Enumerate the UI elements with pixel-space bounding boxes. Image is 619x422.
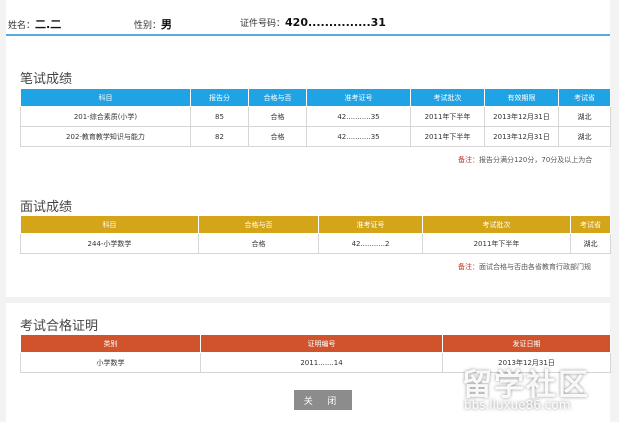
table-cell: 202-教育教学知识与能力 bbox=[20, 126, 191, 147]
table-cell: 小学数学 bbox=[20, 352, 201, 373]
table-cell: 2013年12月31日 bbox=[484, 106, 559, 127]
table-row: 201-综合素质(小学) 85 合格 42...........35 2011年… bbox=[20, 106, 611, 127]
table-cell: 42...........2 bbox=[318, 233, 423, 254]
table-cell: 85 bbox=[190, 106, 249, 127]
written-note: 备注：报告分满分120分，70分及以上为合 bbox=[458, 155, 592, 165]
watermark: 留学社区 bbs.liuxue86.com bbox=[454, 360, 614, 418]
col-header: 报告分 bbox=[190, 88, 249, 107]
written-section-title: 笔试成绩 bbox=[20, 72, 73, 87]
table-cell: 244-小学数学 bbox=[20, 233, 199, 254]
col-header: 考试批次 bbox=[410, 88, 485, 107]
table-cell: 42...........35 bbox=[306, 106, 411, 127]
table-cell: 201-综合素质(小学) bbox=[20, 106, 191, 127]
watermark-url: bbs.liuxue86.com bbox=[464, 398, 571, 412]
table-cell: 湖北 bbox=[558, 106, 611, 127]
table-cell: 湖北 bbox=[558, 126, 611, 147]
table-row: 202-教育教学知识与能力 82 合格 42...........35 2011… bbox=[20, 126, 611, 147]
id-value: 420...............31 bbox=[285, 16, 386, 29]
col-header: 有效期限 bbox=[484, 88, 559, 107]
table-cell: 2011年下半年 bbox=[410, 126, 485, 147]
table-cell: 2011年下半年 bbox=[422, 233, 571, 254]
col-header: 准考证号 bbox=[306, 88, 411, 107]
name-value: 二.二 bbox=[35, 18, 62, 31]
gender-value: 男 bbox=[161, 18, 173, 31]
col-header: 考试省 bbox=[558, 88, 611, 107]
table-cell: 合格 bbox=[198, 233, 319, 254]
col-header: 考试省 bbox=[570, 215, 611, 234]
table-cell: 2013年12月31日 bbox=[484, 126, 559, 147]
table-cell: 2011.......14 bbox=[200, 352, 443, 373]
section-divider bbox=[6, 297, 610, 303]
table-cell: 合格 bbox=[248, 126, 307, 147]
interview-score-table: 科目 合格与否 准考证号 考试批次 考试省 244-小学数学 合格 42....… bbox=[20, 215, 611, 254]
close-button[interactable]: 关 闭 bbox=[294, 390, 352, 410]
table-cell: 2011年下半年 bbox=[410, 106, 485, 127]
table-cell: 82 bbox=[190, 126, 249, 147]
certificate-section-title: 考试合格证明 bbox=[20, 319, 99, 334]
interview-header-row: 科目 合格与否 准考证号 考试批次 考试省 bbox=[20, 215, 611, 234]
id-field: 证件号码：420...............31 bbox=[240, 16, 386, 29]
interview-section-title: 面试成绩 bbox=[20, 200, 73, 215]
col-header: 科目 bbox=[20, 88, 191, 107]
col-header: 考试批次 bbox=[422, 215, 571, 234]
col-header: 合格与否 bbox=[248, 88, 307, 107]
written-header-row: 科目 报告分 合格与否 准考证号 考试批次 有效期限 考试省 bbox=[20, 88, 611, 107]
col-header: 证明编号 bbox=[200, 334, 443, 353]
col-header: 发证日期 bbox=[442, 334, 611, 353]
col-header: 科目 bbox=[20, 215, 199, 234]
interview-note: 备注：面试合格与否由各省教育行政部门规 bbox=[458, 262, 591, 272]
table-row: 244-小学数学 合格 42...........2 2011年下半年 湖北 bbox=[20, 233, 611, 254]
table-cell: 42...........35 bbox=[306, 126, 411, 147]
id-label: 证件号码： bbox=[240, 19, 286, 29]
written-note-text: 报告分满分120分，70分及以上为合 bbox=[479, 156, 593, 164]
name-field: 姓名：二.二 bbox=[8, 16, 61, 32]
interview-note-text: 面试合格与否由各省教育行政部门规 bbox=[479, 263, 591, 271]
written-note-label: 备注： bbox=[458, 156, 479, 164]
name-label: 姓名： bbox=[8, 21, 36, 31]
gender-label: 性别： bbox=[134, 21, 162, 31]
table-cell: 湖北 bbox=[570, 233, 611, 254]
table-cell: 合格 bbox=[248, 106, 307, 127]
certificate-header-row: 类别 证明编号 发证日期 bbox=[20, 334, 611, 353]
col-header: 合格与否 bbox=[198, 215, 319, 234]
score-report-page: 姓名：二.二 性别：男 证件号码：420...............31 笔试… bbox=[6, 0, 611, 422]
col-header: 准考证号 bbox=[318, 215, 423, 234]
written-score-table: 科目 报告分 合格与否 准考证号 考试批次 有效期限 考试省 201-综合素质(… bbox=[20, 88, 611, 147]
personal-info-bar: 姓名：二.二 性别：男 证件号码：420...............31 bbox=[6, 10, 610, 36]
gender-field: 性别：男 bbox=[134, 16, 172, 32]
col-header: 类别 bbox=[20, 334, 201, 353]
interview-note-label: 备注： bbox=[458, 263, 479, 271]
